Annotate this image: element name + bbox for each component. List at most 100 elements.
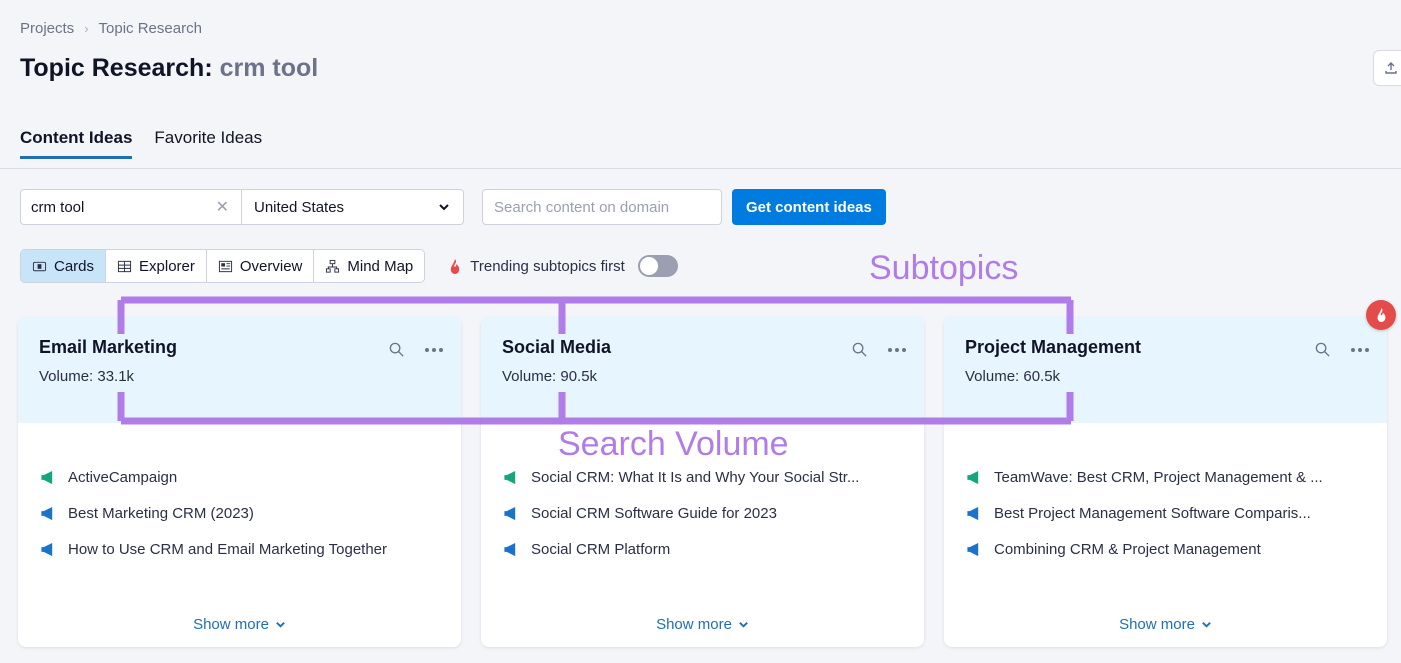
subtopic-card-actions — [1314, 341, 1369, 358]
megaphone-icon — [39, 470, 56, 485]
view-tab-overview[interactable]: Overview — [207, 250, 315, 282]
subtopic-card-actions — [388, 341, 443, 358]
tab-content-ideas[interactable]: Content Ideas — [20, 128, 132, 159]
export-button[interactable] — [1373, 50, 1401, 86]
subtopic-card[interactable]: Email Marketing Volume: 33.1k ActiveCamp… — [18, 317, 461, 647]
show-more-label: Show more — [1119, 616, 1195, 633]
overview-icon — [218, 259, 233, 274]
view-tab-cards[interactable]: Cards — [21, 250, 106, 282]
chevron-right-icon: › — [84, 21, 88, 36]
tab-divider — [0, 168, 1401, 169]
mindmap-icon — [325, 259, 340, 274]
idea-text: Social CRM Software Guide for 2023 — [531, 505, 777, 522]
subtopic-card-header: Project Management Volume: 60.5k — [944, 317, 1387, 423]
subtopic-card-volume: Volume: 90.5k — [502, 368, 903, 385]
page-title-keyword: crm tool — [220, 54, 319, 82]
idea-list-item[interactable]: Social CRM Platform — [502, 531, 903, 567]
subtopic-card-actions — [851, 341, 906, 358]
subtopic-card-header: Social Media Volume: 90.5k — [481, 317, 924, 423]
idea-text: Social CRM Platform — [531, 541, 670, 558]
idea-list-item[interactable]: How to Use CRM and Email Marketing Toget… — [39, 531, 440, 567]
ellipsis-icon[interactable] — [888, 348, 906, 352]
get-content-ideas-button[interactable]: Get content ideas — [732, 189, 886, 225]
ellipsis-icon[interactable] — [1351, 348, 1369, 352]
trending-subtopics-toggle[interactable] — [638, 255, 678, 277]
export-icon — [1383, 60, 1399, 76]
idea-list-item[interactable]: TeamWave: Best CRM, Project Management &… — [965, 459, 1366, 495]
view-tab-mind-map[interactable]: Mind Map — [314, 250, 424, 282]
breadcrumb: Projects › Topic Research — [20, 20, 202, 37]
subtopic-card-grid: Email Marketing Volume: 33.1k ActiveCamp… — [18, 317, 1387, 647]
idea-text: Best Marketing CRM (2023) — [68, 505, 254, 522]
filter-bar: crm tool ✕ United States Search content … — [20, 189, 886, 225]
chevron-down-icon — [738, 619, 749, 630]
subtopic-card-title: Email Marketing — [39, 337, 440, 358]
megaphone-icon — [965, 506, 982, 521]
show-more-button[interactable]: Show more — [656, 616, 749, 633]
chevron-down-icon — [1201, 619, 1212, 630]
search-icon[interactable] — [388, 341, 405, 358]
chevron-down-icon — [275, 619, 286, 630]
show-more-button[interactable]: Show more — [193, 616, 286, 633]
page-title-prefix: Topic Research: — [20, 54, 213, 82]
view-tab-explorer[interactable]: Explorer — [106, 250, 207, 282]
view-tab-explorer-label: Explorer — [139, 258, 195, 275]
trending-badge[interactable] — [1366, 300, 1396, 330]
page-title: Topic Research: crm tool — [20, 54, 318, 83]
close-icon[interactable]: ✕ — [214, 197, 231, 217]
chevron-down-icon — [437, 200, 451, 214]
subtopic-card-title: Project Management — [965, 337, 1366, 358]
subtopic-card-footer: Show more — [18, 601, 461, 647]
ellipsis-icon[interactable] — [425, 348, 443, 352]
country-select[interactable]: United States — [242, 189, 464, 225]
tab-favorite-ideas[interactable]: Favorite Ideas — [154, 128, 262, 159]
keyword-input-value: crm tool — [31, 199, 214, 216]
tab-bar: Content Ideas Favorite Ideas — [20, 128, 262, 159]
trending-subtopics-label: Trending subtopics first — [470, 258, 625, 275]
megaphone-icon — [502, 542, 519, 557]
flame-icon — [1374, 307, 1389, 323]
search-icon[interactable] — [851, 341, 868, 358]
subtopic-card[interactable]: Social Media Volume: 90.5k Social CRM: W… — [481, 317, 924, 647]
megaphone-icon — [39, 506, 56, 521]
idea-text: TeamWave: Best CRM, Project Management &… — [994, 469, 1323, 486]
view-tab-overview-label: Overview — [240, 258, 303, 275]
topic-research-page: Projects › Topic Research Topic Research… — [0, 0, 1401, 663]
annotation-search-volume: Search Volume — [558, 425, 789, 464]
subtopic-card-body: TeamWave: Best CRM, Project Management &… — [944, 423, 1387, 601]
view-tab-mind-map-label: Mind Map — [347, 258, 413, 275]
megaphone-icon — [39, 542, 56, 557]
country-select-value: United States — [254, 199, 344, 216]
keyword-input[interactable]: crm tool ✕ — [20, 189, 242, 225]
view-tab-cards-label: Cards — [54, 258, 94, 275]
subtopic-card[interactable]: Project Management Volume: 60.5k TeamWav… — [944, 317, 1387, 647]
toggle-knob — [640, 257, 658, 275]
subtopic-card-header: Email Marketing Volume: 33.1k — [18, 317, 461, 423]
annotation-subtopics: Subtopics — [869, 249, 1018, 288]
breadcrumb-projects[interactable]: Projects — [20, 20, 74, 37]
table-icon — [117, 259, 132, 274]
cards-icon — [32, 259, 47, 274]
idea-list-item[interactable]: Best Project Management Software Compari… — [965, 495, 1366, 531]
domain-search-input[interactable]: Search content on domain — [482, 189, 722, 225]
subtopic-card-volume: Volume: 33.1k — [39, 368, 440, 385]
subtopic-card-title: Social Media — [502, 337, 903, 358]
show-more-label: Show more — [656, 616, 732, 633]
breadcrumb-current[interactable]: Topic Research — [99, 20, 202, 37]
subtopic-card-body: ActiveCampaign Best Marketing CRM (2023)… — [18, 423, 461, 601]
view-switcher-row: Cards Explorer Overview — [20, 249, 678, 283]
search-icon[interactable] — [1314, 341, 1331, 358]
idea-text: How to Use CRM and Email Marketing Toget… — [68, 541, 387, 558]
show-more-label: Show more — [193, 616, 269, 633]
idea-text: Social CRM: What It Is and Why Your Soci… — [531, 469, 859, 486]
idea-text: Combining CRM & Project Management — [994, 541, 1261, 558]
idea-list-item[interactable]: Combining CRM & Project Management — [965, 531, 1366, 567]
megaphone-icon — [965, 542, 982, 557]
idea-list-item[interactable]: Social CRM Software Guide for 2023 — [502, 495, 903, 531]
idea-list-item[interactable]: Social CRM: What It Is and Why Your Soci… — [502, 459, 903, 495]
idea-text: ActiveCampaign — [68, 469, 177, 486]
show-more-button[interactable]: Show more — [1119, 616, 1212, 633]
idea-list-item[interactable]: ActiveCampaign — [39, 459, 440, 495]
flame-icon — [447, 258, 463, 275]
idea-list-item[interactable]: Best Marketing CRM (2023) — [39, 495, 440, 531]
